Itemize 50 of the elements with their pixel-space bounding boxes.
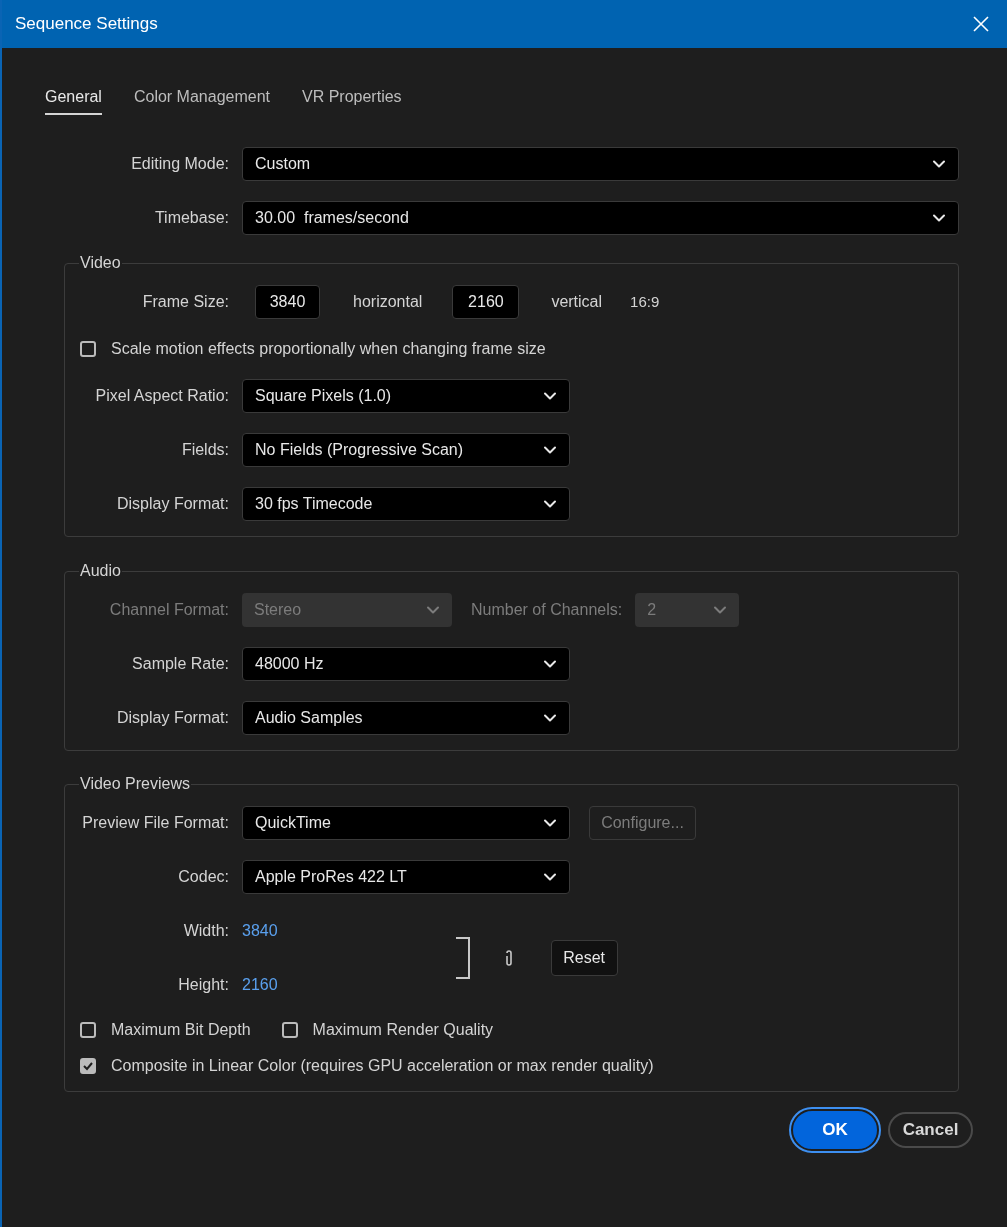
section-title: Video xyxy=(79,253,122,273)
reset-button[interactable]: Reset xyxy=(550,940,618,976)
field-label: Codec: xyxy=(177,867,229,887)
section-title: Video Previews xyxy=(79,774,191,794)
dimension-value[interactable]: 2160 xyxy=(242,973,278,997)
tab[interactable]: General xyxy=(45,85,102,115)
dropdown[interactable]: Audio Samples xyxy=(242,701,570,735)
checkbox-label: Maximum Render Quality xyxy=(312,1020,494,1040)
aspect-ratio-text: 16:9 xyxy=(630,291,660,312)
window-title: Sequence Settings xyxy=(15,13,158,36)
ok-button[interactable]: OK xyxy=(791,1109,879,1151)
dropdown[interactable]: Custom xyxy=(242,147,959,181)
field-label: Editing Mode: xyxy=(130,154,229,174)
checkbox[interactable] xyxy=(80,341,96,357)
unit-label: vertical xyxy=(551,292,603,312)
checkbox[interactable] xyxy=(80,1058,96,1074)
number-field[interactable]: 2160 xyxy=(452,285,520,319)
field-label: Channel Format: xyxy=(108,600,229,620)
tab[interactable]: VR Properties xyxy=(302,85,402,115)
checkbox[interactable] xyxy=(80,1022,96,1038)
field-label: Pixel Aspect Ratio: xyxy=(94,386,229,406)
field-label: Height: xyxy=(177,975,229,995)
dropdown[interactable]: 30.00 frames/second xyxy=(242,201,959,235)
close-button[interactable] xyxy=(971,14,991,34)
field-label: Preview File Format: xyxy=(81,813,229,833)
dropdown[interactable]: 30 fps Timecode xyxy=(242,487,570,521)
field-label: Width: xyxy=(182,921,229,941)
field-label: Frame Size: xyxy=(141,292,229,312)
bracket-icon xyxy=(455,937,470,979)
checkbox-label: Maximum Bit Depth xyxy=(111,1020,251,1040)
unit-label: horizontal xyxy=(353,292,423,312)
tab[interactable]: Color Management xyxy=(133,85,270,115)
checkbox[interactable] xyxy=(281,1022,298,1038)
field-label: Display Format: xyxy=(115,708,229,728)
dropdown[interactable]: Apple ProRes 422 LT xyxy=(242,860,570,894)
field-label: Display Format: xyxy=(115,494,229,514)
field-label: Number of Channels: xyxy=(471,600,623,620)
dropdown[interactable]: Square Pixels (1.0) xyxy=(242,379,570,413)
dropdown[interactable]: QuickTime xyxy=(242,806,570,840)
dropdown[interactable]: No Fields (Progressive Scan) xyxy=(242,433,570,467)
section-title: Audio xyxy=(79,561,122,581)
checkbox-label: Composite in Linear Color (requires GPU acceleration or max render quality) xyxy=(111,1056,654,1076)
field-label: Sample Rate: xyxy=(131,654,229,674)
field-label: Timebase: xyxy=(153,208,229,228)
number-field[interactable]: 3840 xyxy=(255,285,320,319)
field-label: Fields: xyxy=(180,440,229,460)
dropdown[interactable]: 48000 Hz xyxy=(242,647,570,681)
checkbox-label: Scale motion effects proportionally when changing frame size xyxy=(111,339,546,359)
dimension-value[interactable]: 3840 xyxy=(242,919,278,943)
cancel-button[interactable]: Cancel xyxy=(888,1112,973,1148)
